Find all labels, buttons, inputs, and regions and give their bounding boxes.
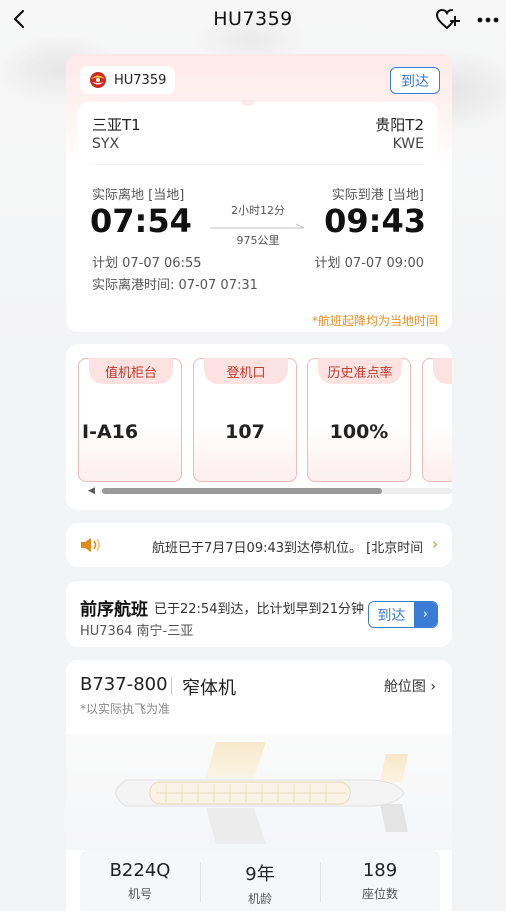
divider bbox=[92, 164, 424, 165]
departure-code: SYX bbox=[92, 136, 120, 152]
stat-seats: 189 座位数 bbox=[320, 850, 440, 911]
aircraft-stats: B224Q 机号 9年 机龄 189 座位数 bbox=[80, 850, 440, 911]
chevron-right-icon: › bbox=[432, 535, 438, 553]
chevron-right-icon: › bbox=[413, 602, 437, 627]
scroll-left-icon[interactable]: ◀ bbox=[88, 486, 95, 496]
stat-label: 座位数 bbox=[361, 887, 398, 901]
previous-flight-status: 已于22:54到达，比计划早到21分钟 bbox=[154, 602, 365, 617]
tile-label: 行 bbox=[433, 358, 452, 384]
separator bbox=[171, 677, 172, 695]
stat-value: 189 bbox=[362, 860, 398, 881]
previous-flight-status-label: 到达 bbox=[377, 607, 406, 624]
flight-distance: 975公里 bbox=[236, 234, 280, 247]
flight-number: HU7359 bbox=[114, 72, 167, 88]
seatmap-link[interactable]: 舱位图 › bbox=[384, 676, 436, 696]
tile-on-time-rate[interactable]: 历史准点率 100% bbox=[307, 358, 411, 482]
departure-airport: 三亚T1 bbox=[92, 116, 141, 134]
previous-flight-title: 前序航班 bbox=[80, 600, 148, 620]
navigation-bar: HU7359 bbox=[0, 0, 506, 38]
route-panel: 三亚T1 SYX 贵阳T2 KWE 实际离地 [当地] 实际到港 [当地] 07… bbox=[78, 102, 438, 302]
tile-partial[interactable]: 行 bbox=[422, 358, 452, 482]
airline-chip: HU7359 bbox=[80, 66, 176, 94]
arrival-airport: 贵阳T2 bbox=[375, 116, 424, 134]
arrival-time-label: 实际到港 [当地] bbox=[331, 188, 424, 203]
tile-checkin-counter[interactable]: 值机柜台 I-A16 bbox=[78, 358, 182, 482]
page-title: HU7359 bbox=[213, 8, 293, 30]
arrival-code: KWE bbox=[392, 136, 424, 152]
aircraft-note: *以实际执飞为准 bbox=[80, 702, 171, 716]
back-arrow-icon[interactable] bbox=[8, 6, 34, 32]
flight-status-badge[interactable]: 到达 bbox=[390, 67, 440, 94]
flight-notice-bar[interactable]: 航班已于7月7日09:43到达停机位。 [北京时间 › bbox=[66, 523, 452, 567]
route-arrow-icon bbox=[210, 223, 305, 229]
aircraft-info-card: B737-800 窄体机 舱位图 › *以实际执飞为准 B224Q 机号 9年 … bbox=[66, 660, 452, 911]
previous-flight-card[interactable]: 前序航班 已于22:54到达，比计划早到21分钟 HU7364 南宁-三亚 到达… bbox=[66, 581, 452, 647]
tile-boarding-gate[interactable]: 登机口 107 bbox=[193, 358, 297, 482]
aircraft-illustration bbox=[66, 734, 452, 850]
departure-time: 07:54 bbox=[90, 202, 192, 240]
airport-info-card: 值机柜台 I-A16 登机口 107 历史准点率 100% 行 ◀ bbox=[66, 344, 452, 510]
actual-gate-departure: 实际离港时间: 07-07 07:31 bbox=[92, 278, 258, 293]
previous-flight-status-button[interactable]: 到达 › bbox=[368, 601, 438, 628]
flight-duration: 2小时12分 bbox=[231, 204, 285, 217]
stat-label: 机号 bbox=[127, 887, 152, 901]
tile-label: 历史准点率 bbox=[318, 358, 402, 384]
tile-label: 值机柜台 bbox=[89, 358, 173, 384]
previous-flight-route: HU7364 南宁-三亚 bbox=[80, 624, 194, 639]
timezone-note: *航班起降均为当地时间 bbox=[311, 314, 438, 328]
stat-value: 9年 bbox=[245, 864, 275, 885]
departure-planned: 计划 07-07 06:55 bbox=[92, 256, 202, 271]
notice-text: 航班已于7月7日09:43到达停机位。 [北京时间 bbox=[152, 541, 422, 556]
info-tiles-scroller[interactable]: 值机柜台 I-A16 登机口 107 历史准点率 100% 行 bbox=[78, 358, 452, 484]
tile-value: I-A16 bbox=[82, 421, 139, 443]
aircraft-model: B737-800 bbox=[80, 674, 168, 695]
stat-registration: B224Q 机号 bbox=[80, 850, 200, 911]
stat-label: 机龄 bbox=[247, 892, 272, 906]
more-options-icon[interactable] bbox=[474, 8, 502, 30]
seatmap-link-label: 舱位图 bbox=[383, 679, 426, 695]
scrollbar-thumb[interactable] bbox=[102, 488, 382, 494]
tile-label: 登机口 bbox=[204, 358, 288, 384]
departure-time-label: 实际离地 [当地] bbox=[92, 188, 185, 203]
speaker-icon bbox=[81, 538, 100, 552]
arrival-time: 09:43 bbox=[324, 202, 426, 240]
tile-value: 100% bbox=[329, 421, 389, 443]
airplane-icon bbox=[115, 742, 408, 844]
stat-age: 9年 机龄 bbox=[200, 850, 320, 911]
horizontal-scrollbar[interactable]: ◀ bbox=[86, 486, 452, 496]
aircraft-type: 窄体机 bbox=[182, 678, 236, 699]
tile-value: 107 bbox=[225, 421, 265, 443]
hainan-airlines-logo bbox=[90, 72, 106, 88]
favorite-add-icon[interactable] bbox=[434, 6, 462, 32]
stat-value: B224Q bbox=[109, 860, 171, 881]
flight-status-card: HU7359 到达 三亚T1 SYX 贵阳T2 KWE 实际离地 [当地] 实际… bbox=[66, 54, 452, 332]
arrival-planned: 计划 07-07 09:00 bbox=[314, 256, 424, 271]
